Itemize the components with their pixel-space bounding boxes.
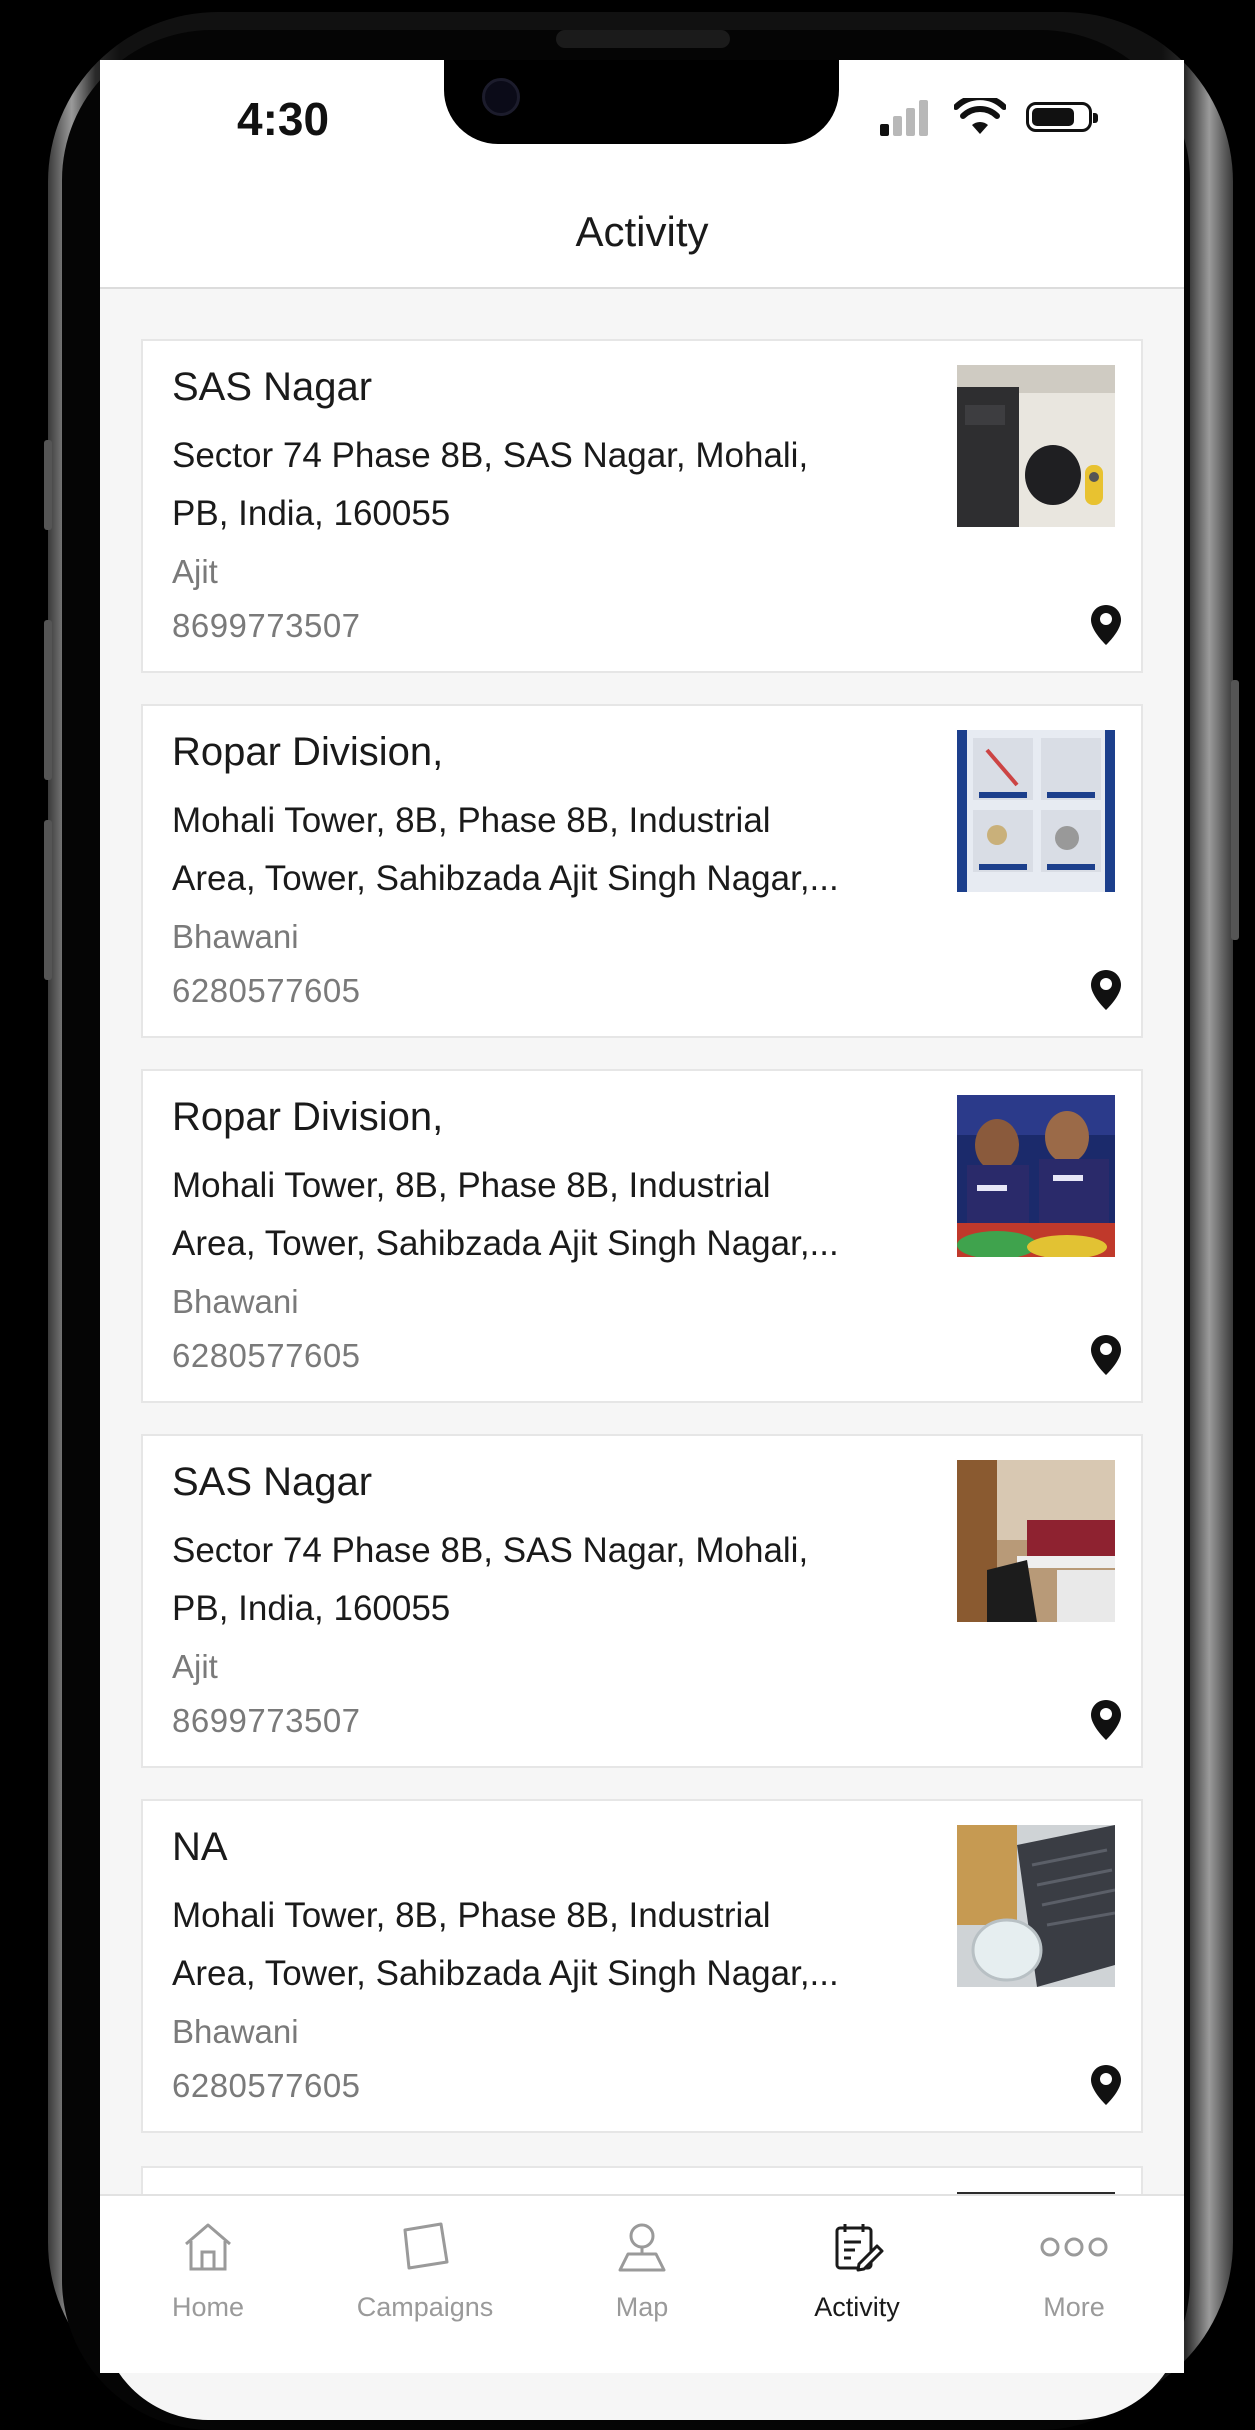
card-phone[interactable]: 6280577605 bbox=[172, 2067, 361, 2105]
tab-map[interactable]: Map bbox=[542, 2220, 742, 2323]
activity-icon bbox=[835, 2224, 884, 2272]
bottom-tab-bar: Home Campaigns Map Activity More bbox=[100, 2194, 1184, 2373]
more-icon bbox=[1040, 2237, 1108, 2257]
card-contact-name: Bhawani bbox=[172, 2013, 299, 2050]
card-title: Ropar Division, bbox=[172, 1095, 444, 1139]
speaker-grille bbox=[556, 30, 730, 48]
tab-campaigns[interactable]: Campaigns bbox=[325, 2220, 525, 2323]
card-address: Sector 74 Phase 8B, SAS Nagar, Mohali, PB… bbox=[172, 436, 809, 533]
card-title: Ropar Division, bbox=[172, 730, 444, 774]
card-address: Sector 74 Phase 8B, SAS Nagar, Mohali, PB… bbox=[172, 1531, 809, 1628]
status-time: 4:30 bbox=[237, 93, 330, 145]
card-contact-name: Ajit bbox=[172, 553, 218, 590]
map-pin-icon bbox=[618, 2223, 666, 2272]
card-thumbnail[interactable] bbox=[957, 365, 1115, 527]
tab-more[interactable]: More bbox=[974, 2220, 1174, 2323]
card-contact-name: Bhawani bbox=[172, 1283, 299, 1320]
tab-home[interactable]: Home bbox=[108, 2220, 308, 2323]
card-thumbnail[interactable] bbox=[957, 1095, 1115, 1257]
card-thumbnail[interactable] bbox=[957, 1825, 1115, 1987]
card-address: Mohali Tower, 8B, Phase 8B, Industrial Ar… bbox=[172, 801, 839, 898]
location-pin-icon[interactable] bbox=[1089, 2063, 1123, 2107]
card-thumbnail[interactable] bbox=[957, 730, 1115, 892]
card-address: Mohali Tower, 8B, Phase 8B, Industrial Ar… bbox=[172, 1166, 839, 1263]
front-camera bbox=[482, 78, 520, 116]
card-phone[interactable]: 6280577605 bbox=[172, 1337, 361, 1375]
location-pin-icon[interactable] bbox=[1089, 968, 1123, 1012]
card-title: SAS Nagar bbox=[172, 365, 373, 409]
card-contact-name: Bhawani bbox=[172, 918, 299, 955]
card-address: Mohali Tower, 8B, Phase 8B, Industrial Ar… bbox=[172, 1896, 839, 1993]
card-contact-name: Ajit bbox=[172, 1648, 218, 1685]
power-button bbox=[1231, 680, 1239, 940]
mute-switch bbox=[44, 440, 52, 530]
tab-activity[interactable]: Activity bbox=[757, 2220, 957, 2323]
page-title: Activity bbox=[575, 208, 709, 255]
activity-card[interactable]: NA Mohali Tower, 8B, Phase 8B, Industria… bbox=[141, 1799, 1143, 2133]
card-thumbnail[interactable] bbox=[957, 1460, 1115, 1622]
home-icon bbox=[185, 2223, 231, 2271]
cellular-signal-icon bbox=[880, 100, 928, 136]
card-title: SAS Nagar bbox=[172, 1460, 373, 1504]
activity-card[interactable]: SAS Nagar Sector 74 Phase 8B, SAS Nagar,… bbox=[141, 339, 1143, 673]
location-pin-icon[interactable] bbox=[1089, 1333, 1123, 1377]
location-pin-icon[interactable] bbox=[1089, 603, 1123, 647]
card-title: NA bbox=[172, 1825, 228, 1869]
activity-card[interactable]: SAS Nagar Sector 74 Phase 8B, SAS Nagar,… bbox=[141, 1434, 1143, 1768]
volume-down-button bbox=[44, 820, 52, 980]
location-pin-icon[interactable] bbox=[1089, 1698, 1123, 1742]
activity-card[interactable]: Ropar Division, Mohali Tower, 8B, Phase … bbox=[141, 1069, 1143, 1403]
campaigns-icon bbox=[403, 2222, 449, 2270]
card-phone[interactable]: 8699773507 bbox=[172, 1702, 361, 1740]
battery-icon bbox=[1026, 102, 1098, 132]
activity-card[interactable]: Ropar Division, Mohali Tower, 8B, Phase … bbox=[141, 704, 1143, 1038]
card-phone[interactable]: 6280577605 bbox=[172, 972, 361, 1010]
wifi-icon bbox=[954, 98, 1006, 134]
volume-up-button bbox=[44, 620, 52, 780]
card-phone[interactable]: 8699773507 bbox=[172, 607, 361, 645]
